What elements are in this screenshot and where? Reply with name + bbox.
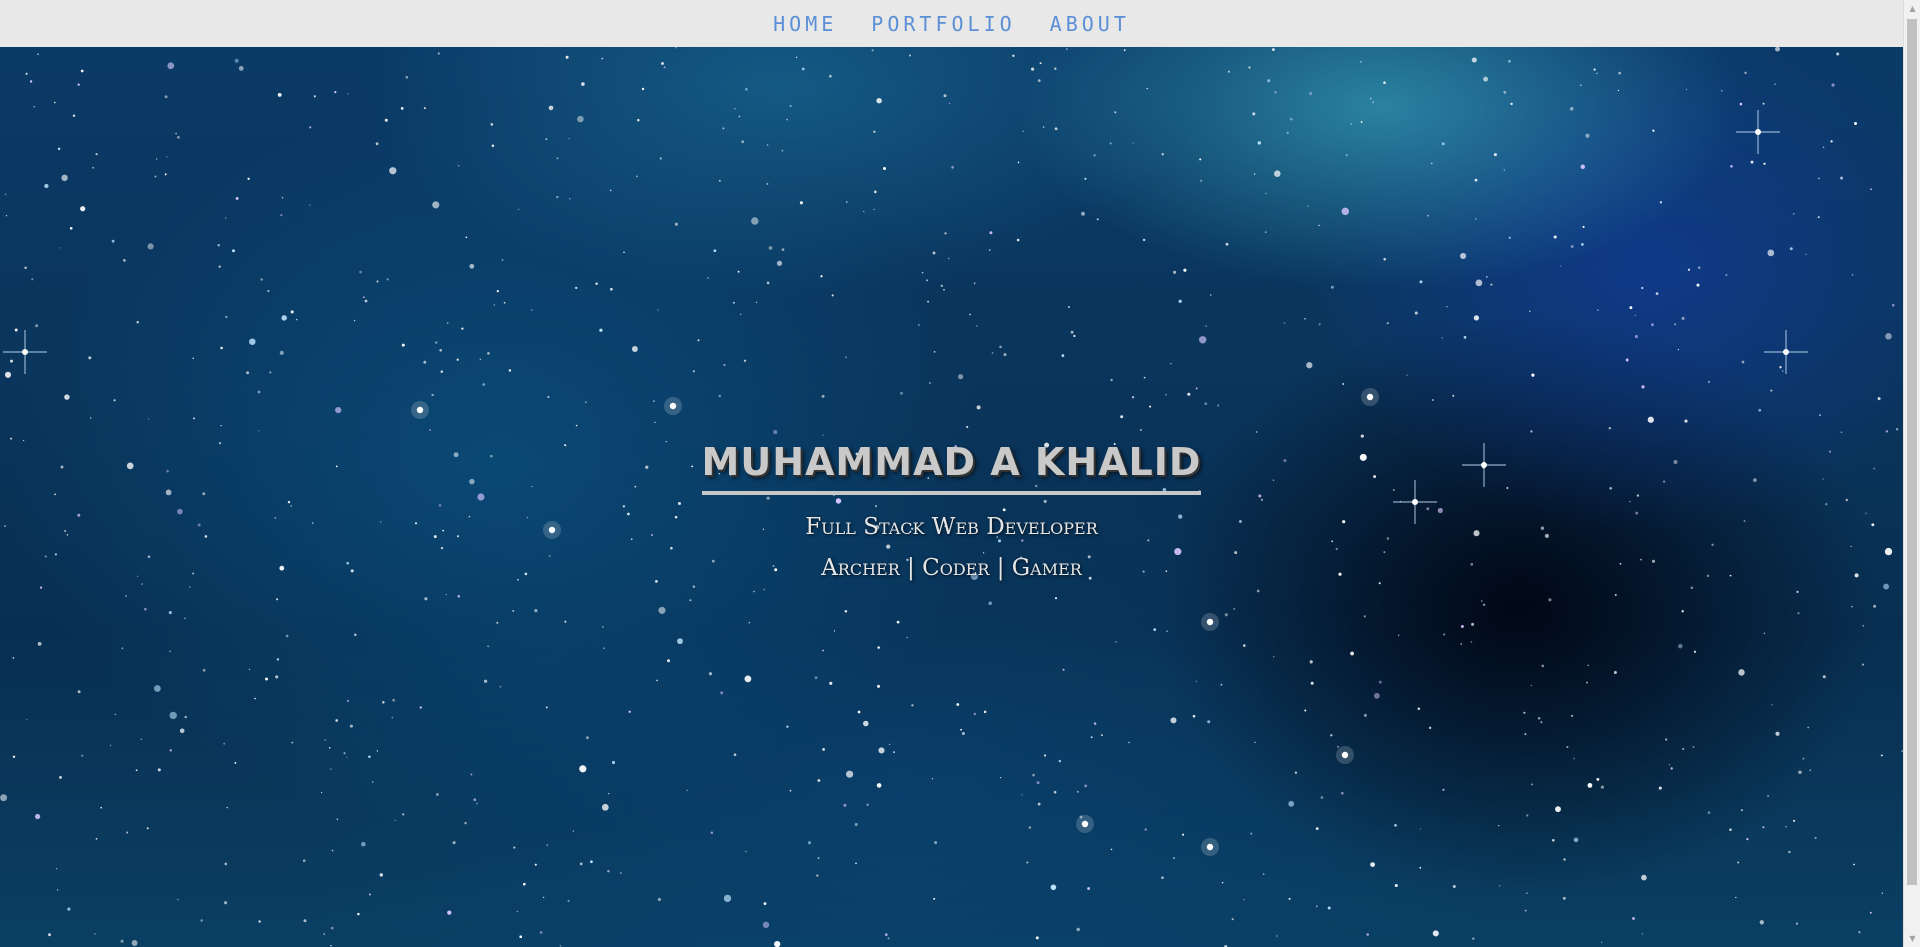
hero-content: MUHAMMAD A KHALID Full Stack Web Develop… — [0, 440, 1903, 589]
nav-link-home[interactable]: HOME — [773, 12, 837, 36]
page: HOME PORTFOLIO ABOUT MUHAMMAD A KHALID F… — [0, 0, 1920, 947]
hero-tagline: Archer | Coder | Gamer — [821, 554, 1082, 581]
vertical-scrollbar[interactable]: ▲ ▼ — [1903, 0, 1920, 947]
hero-subtitle-block: Full Stack Web Developer Archer | Coder … — [0, 507, 1903, 589]
nav-link-portfolio[interactable]: PORTFOLIO — [871, 12, 1015, 36]
hero-name-heading: MUHAMMAD A KHALID — [701, 440, 1202, 495]
hero-subtitle: Full Stack Web Developer — [805, 513, 1098, 540]
top-navbar: HOME PORTFOLIO ABOUT — [0, 0, 1903, 47]
scrollbar-thumb[interactable] — [1907, 19, 1917, 885]
scroll-up-arrow-icon[interactable]: ▲ — [1904, 0, 1920, 17]
hero-section: MUHAMMAD A KHALID Full Stack Web Develop… — [0, 47, 1903, 947]
nav-link-about[interactable]: ABOUT — [1050, 12, 1130, 36]
scroll-down-arrow-icon[interactable]: ▼ — [1904, 930, 1920, 947]
